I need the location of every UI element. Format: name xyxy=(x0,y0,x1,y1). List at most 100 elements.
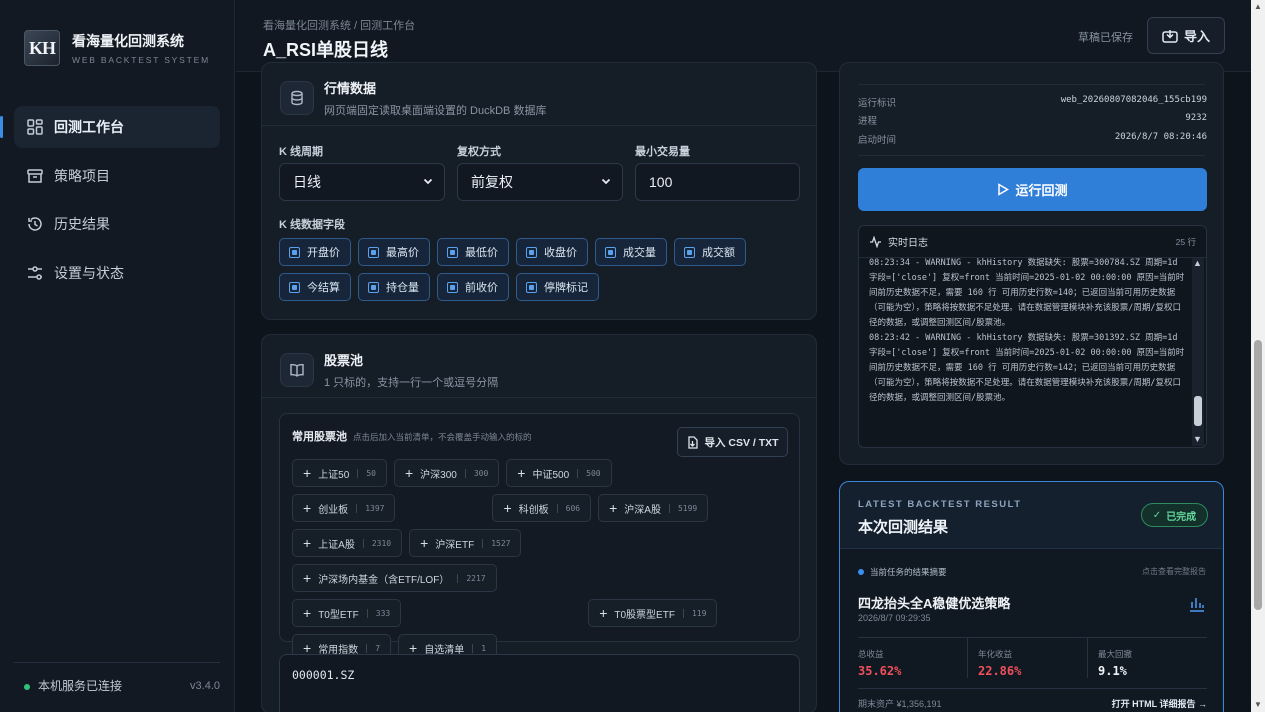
import-label: 导入 xyxy=(1183,29,1210,44)
import-button[interactable]: 导入 xyxy=(1147,17,1225,54)
pool-chip[interactable]: + 沪深300 300 xyxy=(393,459,500,487)
chip-name: 创业板 xyxy=(318,504,349,516)
checkbox-icon xyxy=(526,246,537,258)
scroll-down-icon[interactable]: ▼ xyxy=(1254,700,1262,709)
stock-pool-card: 股票池 1 只标的，支持一行一个或逗号分隔 常用股票池 点击后加入当前清单，不会覆… xyxy=(261,334,817,712)
field-close[interactable]: 收盘价 xyxy=(516,238,588,266)
pool-chip[interactable]: + 沪深场内基金（含ETF/LOF） 2217 xyxy=(292,564,497,592)
adjust-select[interactable]: 前复权 xyxy=(457,163,623,201)
chip-count: 5199 xyxy=(668,503,697,513)
min-volume-label: 最小交易量 xyxy=(635,146,690,158)
result-summary[interactable]: 当前任务的结果摘要 点击查看完整报告 四龙抬头全A稳健优选策略 2026/8/7… xyxy=(840,548,1222,712)
pool-chip[interactable]: + T0股票型ETF 119 xyxy=(588,599,718,627)
stat-annual-return: 年化收益 22.86% xyxy=(968,638,1088,678)
plus-icon: + xyxy=(303,535,312,551)
field-pre-close[interactable]: 前收价 xyxy=(437,273,509,301)
stat-label: 年化收益 xyxy=(978,649,1013,659)
plus-icon: + xyxy=(303,605,312,621)
status-dot xyxy=(24,684,30,690)
sidebar-item-label: 设置与状态 xyxy=(54,264,124,281)
logo[interactable]: KH 看海量化回测系统 WEB BACKTEST SYSTEM xyxy=(24,30,210,66)
chip-name: 上证A股 xyxy=(318,539,355,551)
field-suspend[interactable]: 停牌标记 xyxy=(516,273,599,301)
chevron-down-icon xyxy=(423,178,433,185)
sidebar-item-strategies[interactable]: 策略项目 xyxy=(14,155,220,197)
field-low[interactable]: 最低价 xyxy=(437,238,509,266)
plus-icon: + xyxy=(599,605,608,621)
chip-name: 沪深ETF xyxy=(435,539,475,551)
field-open[interactable]: 开盘价 xyxy=(279,238,351,266)
pool-chip[interactable]: + 中证500 500 xyxy=(506,459,612,487)
pool-chip[interactable]: + T0型ETF 333 xyxy=(292,599,402,627)
pool-chip[interactable]: + 科创板 606 xyxy=(492,494,592,522)
run-backtest-button[interactable]: 运行回测 xyxy=(858,168,1207,211)
sidebar-item-settings[interactable]: 设置与状态 xyxy=(14,252,220,294)
adjust-label: 复权方式 xyxy=(457,146,501,158)
field-label: 今结算 xyxy=(307,282,340,294)
result-title: 本次回测结果 xyxy=(858,520,949,536)
pool-chip[interactable]: + 创业板 1397 xyxy=(292,494,396,522)
chip-name: 沪深场内基金（含ETF/LOF） xyxy=(318,574,450,586)
log-scrollbar[interactable]: ▲ ▼ xyxy=(1192,258,1204,446)
field-high[interactable]: 最高价 xyxy=(358,238,430,266)
chip-name: 沪深300 xyxy=(420,469,457,481)
scroll-down-icon[interactable]: ▼ xyxy=(1193,434,1202,444)
field-label: 成交量 xyxy=(623,247,656,259)
period-select[interactable]: 日线 xyxy=(279,163,445,201)
log-scroll-thumb[interactable] xyxy=(1194,396,1202,426)
plus-icon: + xyxy=(303,500,312,516)
meta-key: 进程 xyxy=(858,116,878,127)
period-label: K 线周期 xyxy=(279,146,323,158)
field-open-interest[interactable]: 持仓量 xyxy=(358,273,430,301)
view-full-report-link[interactable]: 点击查看完整报告 xyxy=(1142,566,1206,577)
checkbox-icon xyxy=(526,281,537,293)
breadcrumb[interactable]: 看海量化回测系统 / 回测工作台 xyxy=(263,17,415,33)
service-status-text: 本机服务已连接 xyxy=(38,679,123,693)
scroll-up-icon[interactable]: ▲ xyxy=(1254,2,1262,11)
logo-mark: KH xyxy=(24,30,60,66)
field-settle[interactable]: 今结算 xyxy=(279,273,351,301)
stat-total-return: 总收益 35.62% xyxy=(858,638,968,678)
final-asset: 期末资产 ¥1,356,191 xyxy=(858,699,942,709)
pool-chip[interactable]: + 上证A股 2310 xyxy=(292,529,403,557)
run-id-value: web_20260807082046_155cb199 xyxy=(1060,95,1207,105)
log-line-count: 25 行 xyxy=(1175,236,1196,247)
chip-count: 2217 xyxy=(457,573,486,583)
sidebar-item-workbench[interactable]: 回测工作台 xyxy=(0,106,220,148)
pool-subtitle: 1 只标的，支持一行一个或逗号分隔 xyxy=(324,377,499,389)
pool-chip[interactable]: + 沪深ETF 1527 xyxy=(409,529,522,557)
open-html-report-link[interactable]: 打开 HTML 详细报告 → xyxy=(1112,697,1207,710)
common-pools: 常用股票池 点击后加入当前清单，不会覆盖手动输入的标的 导入 CSV / TXT … xyxy=(279,413,800,662)
stock-codes-input[interactable]: 000001.SZ xyxy=(279,654,800,712)
market-title: 行情数据 xyxy=(324,81,377,96)
logo-title: 看海量化回测系统 xyxy=(72,35,184,50)
import-csv-button[interactable]: 导入 CSV / TXT xyxy=(677,427,788,457)
draft-status: 草稿已保存 xyxy=(1078,32,1133,44)
page-scroll-thumb[interactable] xyxy=(1254,340,1262,610)
sidebar-item-label: 历史结果 xyxy=(54,216,110,232)
result-stats: 总收益 35.62% 年化收益 22.86% 最大回撤 9.1% xyxy=(858,637,1207,678)
pool-chip[interactable]: + 上证50 50 xyxy=(292,459,387,487)
chip-count: 606 xyxy=(556,503,580,513)
plus-icon: + xyxy=(503,500,512,516)
checkbox-icon xyxy=(289,246,300,258)
plus-icon: + xyxy=(303,640,312,656)
field-amount[interactable]: 成交额 xyxy=(674,238,746,266)
log-text[interactable]: 08:23:34 - WARNING - khHistory 数据缺失: 股票=… xyxy=(869,256,1187,446)
scroll-up-icon[interactable]: ▲ xyxy=(1193,258,1202,268)
start-time-value: 2026/8/7 08:20:46 xyxy=(1114,132,1207,142)
plus-icon: + xyxy=(303,570,312,586)
chip-count: 1 xyxy=(472,643,486,653)
bar-chart-icon[interactable] xyxy=(1188,595,1206,616)
history-icon xyxy=(26,215,44,233)
pid-value: 9232 xyxy=(1185,113,1207,123)
pool-chip[interactable]: + 沪深A股 5199 xyxy=(598,494,709,522)
field-label: 开盘价 xyxy=(307,247,340,259)
chip-count: 333 xyxy=(366,608,390,618)
page-scrollbar[interactable]: ▲ ▼ xyxy=(1251,0,1265,712)
field-label: 前收价 xyxy=(465,282,498,294)
field-label: 停牌标记 xyxy=(544,282,588,294)
field-volume[interactable]: 成交量 xyxy=(595,238,667,266)
sidebar-item-history[interactable]: 历史结果 xyxy=(14,203,220,245)
min-volume-input[interactable]: 100 xyxy=(635,163,800,201)
